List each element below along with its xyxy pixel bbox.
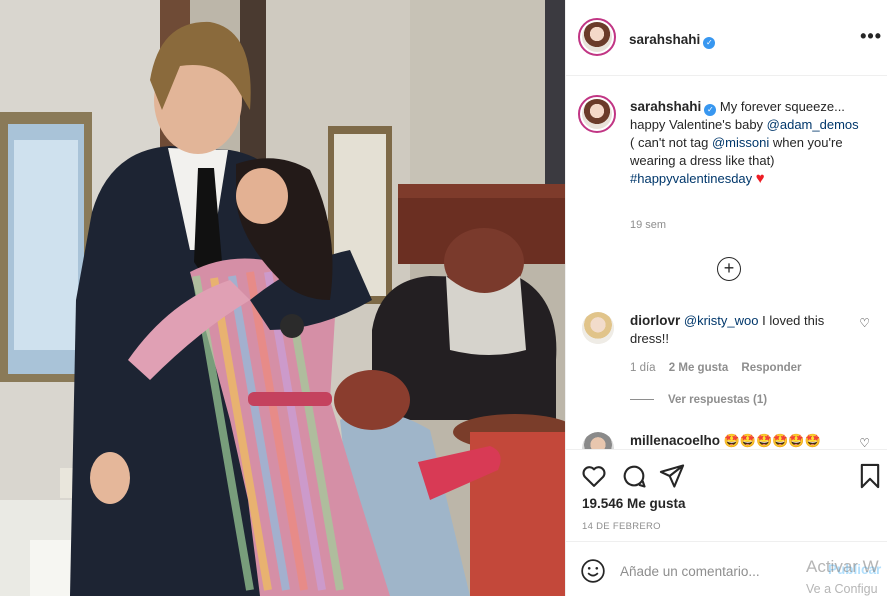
post-actions: 19.546 Me gusta 14 DE FEBRERO [566, 449, 887, 541]
hashtag-link[interactable]: #happyvalentinesday [630, 171, 752, 186]
comment-username[interactable]: diorlovr [630, 313, 680, 328]
post-header: sarahshahi ✓ ••• [566, 0, 887, 76]
comment-age[interactable]: 1 día [630, 362, 656, 374]
activate-windows-subtext: Ve a Configu [806, 582, 878, 596]
mention-missoni[interactable]: @missoni [712, 135, 769, 150]
verified-badge-icon: ✓ [703, 37, 716, 49]
replies-line [630, 399, 654, 401]
comment-item: millenacoelho 🤩🤩🤩🤩🤩🤩 ♡ [566, 432, 887, 449]
comment-likes[interactable]: 2 Me gusta [669, 362, 728, 374]
comment-like-heart-icon[interactable]: ♡ [859, 436, 870, 449]
comment-reply-button[interactable]: Responder [741, 362, 801, 374]
post-caption: sarahshahi ✓ My forever squeeze... happy … [630, 98, 860, 188]
comment-body: 🤩🤩🤩🤩🤩🤩 [723, 433, 821, 448]
smiley-icon[interactable] [580, 558, 606, 584]
verified-badge-icon: ✓ [704, 104, 717, 116]
comment-text: millenacoelho 🤩🤩🤩🤩🤩🤩 [630, 432, 860, 449]
caption-text-mid: ( can't not tag [630, 135, 712, 150]
caption-username[interactable]: sarahshahi [630, 99, 701, 114]
comment-mention[interactable]: @kristy_woo [684, 313, 759, 328]
paper-plane-icon[interactable] [658, 462, 686, 490]
header-username[interactable]: sarahshahi [629, 32, 700, 47]
heart-outline-icon[interactable] [580, 462, 608, 490]
speech-bubble-icon[interactable] [620, 462, 648, 490]
load-more-comments-button[interactable]: + [717, 257, 741, 281]
comment-username[interactable]: millenacoelho [630, 433, 720, 448]
comment-item: diorlovr @kristy_woo I loved this dress!… [566, 312, 887, 412]
activate-windows-watermark: Activar W [806, 557, 879, 576]
photo-illustration [0, 0, 565, 596]
author-avatar[interactable] [578, 18, 616, 56]
caption-avatar[interactable] [578, 95, 616, 133]
post-time[interactable]: 19 sem [630, 219, 666, 231]
likes-count[interactable]: 19.546 Me gusta [582, 496, 686, 511]
view-replies-label: Ver respuestas (1) [668, 394, 768, 406]
commenter-avatar[interactable] [582, 312, 614, 344]
comment-input[interactable] [620, 560, 820, 582]
bookmark-icon[interactable] [856, 462, 884, 490]
comment-meta: 1 día 2 Me gusta Responder [630, 362, 812, 374]
post-sidebar: sarahshahi ✓ ••• sarahshahi ✓ My forever s… [565, 0, 887, 596]
comment-text: diorlovr @kristy_woo I loved this dress!… [630, 312, 850, 348]
post-date[interactable]: 14 DE FEBRERO [582, 521, 661, 532]
header-username-wrap: sarahshahi ✓ [629, 31, 716, 49]
view-replies-button[interactable]: Ver respuestas (1) [630, 394, 767, 406]
red-heart-icon: ♥ [755, 170, 765, 187]
comments-area[interactable]: sarahshahi ✓ My forever squeeze... happy … [566, 77, 887, 449]
commenter-avatar[interactable] [582, 432, 614, 449]
options-ellipsis-icon[interactable]: ••• [860, 26, 882, 47]
comment-like-heart-icon[interactable]: ♡ [859, 316, 870, 330]
post-photo[interactable] [0, 0, 565, 596]
mention-adam-demos[interactable]: @adam_demos [767, 117, 859, 132]
